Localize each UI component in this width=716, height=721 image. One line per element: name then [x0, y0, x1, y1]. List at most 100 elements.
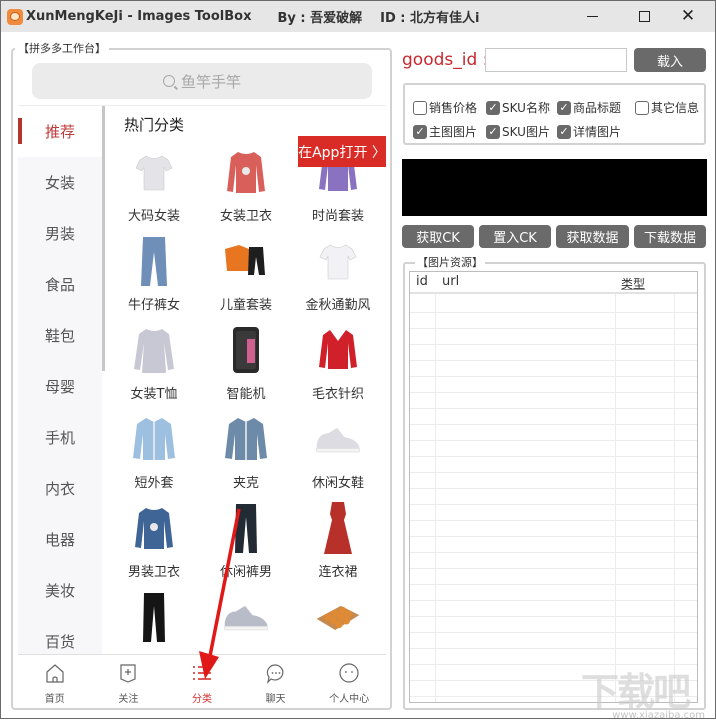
checkbox-unchecked-icon[interactable] — [635, 100, 649, 115]
column-header-type[interactable]: 类型 — [621, 275, 645, 292]
option-checkbox[interactable]: ✓ SKU名称 — [486, 99, 550, 116]
checkbox-checked-icon[interactable]: ✓ — [486, 100, 500, 115]
table-row-divider — [410, 472, 697, 473]
category-grid-label: 牛仔裤女 — [127, 298, 180, 313]
search-icon — [162, 75, 175, 87]
category-grid-item[interactable]: 休闲女鞋 — [292, 411, 384, 500]
table-row-divider — [410, 552, 697, 553]
follow-icon — [117, 662, 139, 690]
category-grid-item[interactable]: 夹克 — [200, 411, 292, 500]
nav-item-follow[interactable]: 关注 — [92, 655, 166, 706]
table-column-divider — [674, 294, 675, 702]
nav-item-home[interactable]: 首页 — [18, 655, 92, 706]
nav-item-chat[interactable]: 聊天 — [239, 655, 313, 706]
category-grid-item[interactable]: 毛衣针织 — [292, 322, 384, 411]
category-item[interactable]: 电器 — [18, 514, 102, 565]
option-checkbox[interactable]: ✓ 详情图片 — [557, 123, 621, 140]
get-data-button[interactable]: 获取数据 — [556, 225, 629, 248]
category-item[interactable]: 食品 — [18, 259, 102, 310]
maximize-button[interactable] — [621, 1, 667, 32]
category-grid-item[interactable]: 女装T恤 — [108, 322, 200, 411]
goods-id-label: goods_id : — [402, 50, 489, 70]
checkbox-checked-icon[interactable]: ✓ — [557, 100, 571, 115]
set-ck-button[interactable]: 置入CK — [479, 225, 551, 248]
category-item[interactable]: 手机 — [18, 412, 102, 463]
nav-item-profile[interactable]: 个人中心 — [312, 655, 386, 706]
nav-item-category-list[interactable]: 分类 — [165, 655, 239, 706]
category-grid-item[interactable]: 女装卫衣 — [200, 144, 292, 233]
nav-label: 个人中心 — [329, 694, 370, 705]
category-grid-item[interactable] — [200, 589, 292, 652]
jacket-icon — [221, 411, 271, 467]
category-grid-item[interactable] — [292, 589, 384, 652]
checkbox-unchecked-icon[interactable] — [413, 100, 427, 115]
category-item[interactable]: 美妆 — [18, 565, 102, 616]
close-icon: ✕ — [680, 6, 696, 26]
category-label: 手机 — [44, 429, 75, 447]
food-tray-icon — [313, 589, 363, 645]
open-in-app-button[interactable]: 在App打开 〉 — [298, 136, 386, 167]
table-row-divider — [410, 584, 697, 585]
option-checkbox[interactable]: ✓ SKU图片 — [486, 123, 550, 140]
category-grid-label: 毛衣针织 — [311, 387, 364, 402]
table-row-divider — [410, 360, 697, 361]
category-grid-item[interactable]: 牛仔裤女 — [108, 233, 200, 322]
tshirt-icon — [129, 144, 179, 200]
checkbox-checked-icon[interactable]: ✓ — [557, 124, 571, 139]
nav-label: 聊天 — [265, 694, 286, 705]
category-item[interactable]: 推荐 — [18, 106, 102, 157]
category-grid-item[interactable]: 休闲裤男 — [200, 500, 292, 589]
table-row-divider — [410, 456, 697, 457]
id-label: ID : 北方有佳人i — [380, 11, 480, 26]
category-label: 鞋包 — [44, 327, 75, 345]
pants-icon — [221, 500, 271, 556]
column-header-id[interactable]: id — [416, 274, 428, 289]
table-row-divider — [410, 328, 697, 329]
image-resources-table[interactable]: id url 类型 — [409, 271, 698, 703]
category-item[interactable]: 内衣 — [18, 463, 102, 514]
category-label: 电器 — [44, 531, 75, 549]
minimize-button[interactable] — [569, 1, 615, 32]
category-item[interactable]: 鞋包 — [18, 310, 102, 361]
column-header-url[interactable]: url — [442, 274, 459, 289]
get-ck-button[interactable]: 获取CK — [402, 225, 474, 248]
category-item[interactable]: 母婴 — [18, 361, 102, 412]
option-checkbox[interactable]: ✓ 主图图片 — [413, 123, 477, 140]
sweatshirt-icon — [129, 500, 179, 556]
jacket-icon — [129, 411, 179, 467]
option-label: 详情图片 — [573, 125, 622, 139]
category-list-icon — [191, 662, 213, 690]
option-checkbox[interactable]: 其它信息 — [635, 99, 699, 116]
load-button[interactable]: 载入 — [634, 48, 706, 72]
search-input[interactable]: 鱼竿手竿 — [32, 63, 372, 99]
category-grid-label: 连衣裙 — [318, 565, 358, 580]
category-grid-item[interactable]: 连衣裙 — [292, 500, 384, 589]
category-grid-item[interactable]: 金秋通勤风 — [292, 233, 384, 322]
category-item[interactable]: 男装 — [18, 208, 102, 259]
option-checkbox[interactable]: 销售价格 — [413, 99, 477, 116]
checkbox-checked-icon[interactable]: ✓ — [413, 124, 427, 139]
category-grid-item[interactable]: 短外套 — [108, 411, 200, 500]
watermark: 下载吧 www.xiazaiba.com — [581, 661, 711, 721]
category-item[interactable]: 女装 — [18, 157, 102, 208]
category-grid-item[interactable]: 智能机 — [200, 322, 292, 411]
phone-icon — [221, 322, 271, 378]
title-bar[interactable]: XunMengKeJi - Images ToolBox By : 吾爱破解 I… — [1, 1, 715, 32]
app-window: XunMengKeJi - Images ToolBox By : 吾爱破解 I… — [0, 0, 716, 721]
goods-id-input[interactable] — [485, 48, 627, 72]
option-label: SKU图片 — [502, 125, 550, 139]
checkbox-checked-icon[interactable]: ✓ — [486, 124, 500, 139]
category-scrollbar[interactable] — [102, 106, 105, 371]
close-button[interactable]: ✕ — [665, 1, 711, 32]
download-data-button[interactable]: 下载数据 — [634, 225, 706, 248]
hot-categories-title: 热门分类 — [124, 116, 185, 134]
category-item[interactable]: 百货 — [18, 616, 102, 654]
category-label: 男装 — [44, 225, 75, 243]
category-grid-item[interactable]: 大码女装 — [108, 144, 200, 233]
category-grid-item[interactable]: 男装卫衣 — [108, 500, 200, 589]
table-row-divider — [410, 392, 697, 393]
option-checkbox[interactable]: ✓ 商品标题 — [557, 99, 621, 116]
category-label: 女装 — [44, 174, 75, 192]
category-grid-item[interactable] — [108, 589, 200, 652]
category-grid-item[interactable]: 儿童套装 — [200, 233, 292, 322]
